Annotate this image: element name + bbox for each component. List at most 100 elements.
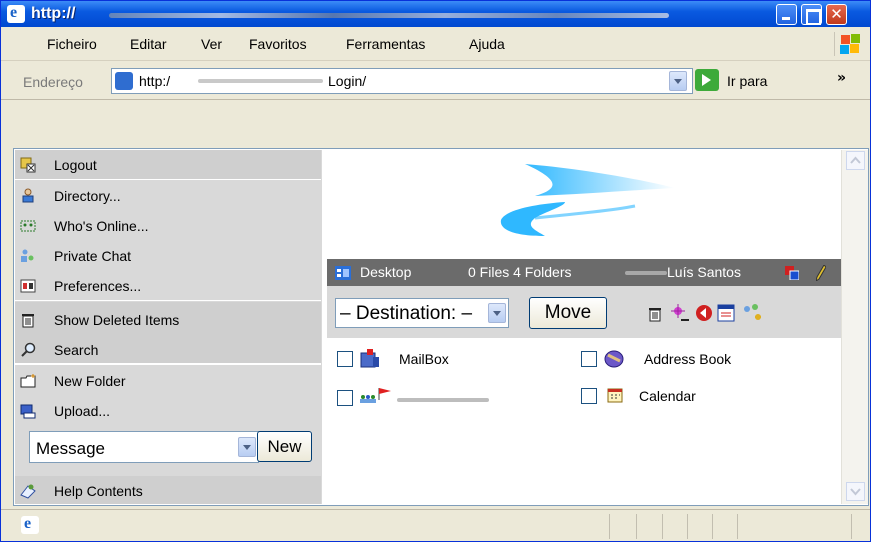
sidebar-label: Help Contents [54, 483, 143, 499]
sidebar-item-help[interactable]: Help Contents [15, 476, 321, 504]
sidebar-item-search[interactable]: Search [15, 335, 321, 365]
item-label: Address Book [644, 351, 732, 367]
logout-icon [20, 157, 36, 173]
new-button[interactable]: New [257, 431, 312, 462]
resize-grip[interactable] [851, 514, 852, 539]
address-bar: Endereço http:/ Login/ Ir para » [1, 62, 870, 100]
address-input[interactable]: http:/ Login/ [111, 68, 693, 94]
new-folder-icon [20, 374, 36, 388]
folder-toolbar: Desktop 0 Files 4 Folders Luís Santos [327, 259, 841, 286]
sidebar-label: Directory... [54, 188, 121, 204]
status-divider [636, 514, 637, 539]
search-icon [21, 342, 36, 357]
window-title: http:// [31, 5, 76, 22]
folder-counts: 0 Files 4 Folders [468, 264, 572, 280]
menu-editar[interactable]: Editar [130, 36, 167, 52]
help-icon [20, 484, 36, 499]
destination-value: – Destination: – [340, 303, 473, 324]
item-label-redacted [397, 398, 489, 402]
item-checkbox[interactable] [581, 388, 597, 404]
folder-item-calendar[interactable]: Calendar [581, 386, 821, 408]
scroll-down-button[interactable] [846, 482, 865, 501]
menu-ferramentas[interactable]: Ferramentas [346, 36, 425, 52]
sidebar-label: Preferences... [54, 278, 142, 294]
scroll-up-button[interactable] [846, 151, 865, 170]
item-checkbox[interactable] [337, 390, 353, 406]
sidebar-item-preferences[interactable]: Preferences... [15, 271, 321, 301]
item-label: MailBox [399, 351, 449, 367]
folder-item-mailbox[interactable]: MailBox [337, 349, 577, 371]
private-chat-icon [21, 249, 34, 262]
properties-icon[interactable] [717, 304, 735, 322]
sidebar-item-new-folder[interactable]: New Folder [15, 366, 321, 396]
page-icon [115, 72, 133, 90]
directory-icon [22, 188, 34, 203]
vertical-scrollbar[interactable] [841, 150, 868, 504]
folder-item-address-book[interactable]: Address Book [581, 349, 821, 371]
item-checkbox[interactable] [581, 351, 597, 367]
sidebar-label: Logout [54, 157, 97, 173]
user-redacted [625, 271, 667, 275]
url-suffix: Login/ [328, 73, 367, 89]
windows-logo-icon [834, 32, 860, 56]
folder-item-group[interactable] [337, 386, 577, 408]
share-icon[interactable] [741, 302, 763, 322]
menu-bar: Ficheiro Editar Ver Favoritos Ferramenta… [1, 27, 870, 61]
move-button[interactable]: Move [529, 297, 607, 329]
status-divider [609, 514, 610, 539]
status-divider [662, 514, 663, 539]
address-dropdown-button[interactable] [669, 71, 687, 91]
calendar-icon [607, 388, 623, 403]
sidebar: Logout Directory... Who's Online... Priv… [15, 150, 322, 504]
upload-icon [20, 404, 36, 419]
item-checkbox[interactable] [337, 351, 353, 367]
desktop-icon [335, 266, 351, 280]
restore-icon[interactable] [695, 304, 713, 322]
maximize-button[interactable] [801, 4, 822, 25]
app-logo [500, 164, 675, 236]
new-item-sparkle-icon[interactable] [671, 304, 689, 322]
status-divider [687, 514, 688, 539]
new-item-type-select[interactable]: Message [29, 431, 259, 463]
close-button[interactable]: ✕ [826, 4, 847, 25]
sidebar-label: Upload... [54, 403, 111, 419]
menu-ver[interactable]: Ver [201, 36, 222, 52]
sidebar-label: New Folder [54, 373, 126, 389]
go-arrow-icon[interactable] [695, 69, 719, 91]
close-icon: ✕ [830, 5, 843, 23]
menu-favoritos[interactable]: Favoritos [249, 36, 307, 52]
new-item-type-value: Message [36, 439, 105, 458]
chevron-down-icon[interactable] [488, 303, 506, 323]
sidebar-item-whos-online[interactable]: Who's Online... [15, 211, 321, 241]
sidebar-item-private-chat[interactable]: Private Chat [15, 241, 321, 271]
sidebar-item-directory[interactable]: Directory... [15, 181, 321, 211]
destination-select[interactable]: – Destination: – [335, 298, 509, 328]
chevron-up-icon [850, 156, 861, 164]
ie-page-icon: e [21, 515, 39, 534]
delete-icon[interactable] [647, 306, 663, 322]
menu-ajuda[interactable]: Ajuda [469, 36, 505, 52]
user-name: Luís Santos [667, 264, 741, 280]
pencil-icon[interactable] [816, 265, 826, 281]
current-location[interactable]: Desktop [360, 264, 411, 280]
url-prefix: http:/ [139, 73, 171, 89]
sidebar-label: Show Deleted Items [54, 312, 180, 328]
item-label: Calendar [639, 388, 696, 404]
sidebar-item-upload[interactable]: Upload... [15, 396, 321, 426]
address-book-icon [604, 350, 624, 368]
minimize-button[interactable] [776, 4, 797, 25]
main-panel: Desktop 0 Files 4 Folders Luís Santos – … [323, 150, 841, 504]
chevron-down-icon[interactable] [238, 437, 256, 457]
window-switch-icon[interactable] [785, 266, 799, 280]
sidebar-label: Who's Online... [54, 218, 149, 234]
sidebar-label: Private Chat [54, 248, 132, 264]
go-button[interactable]: Ir para [727, 73, 767, 89]
sidebar-item-show-deleted[interactable]: Show Deleted Items [15, 305, 321, 335]
sidebar-item-logout[interactable]: Logout [15, 150, 321, 180]
title-bar[interactable]: e http:// ✕ [1, 1, 870, 27]
toolbar-more-chevron[interactable]: » [837, 70, 846, 86]
ie-logo-icon: e [7, 4, 25, 23]
sidebar-label: Search [54, 342, 99, 358]
address-label: Endereço [23, 74, 83, 90]
menu-ficheiro[interactable]: Ficheiro [47, 36, 97, 52]
